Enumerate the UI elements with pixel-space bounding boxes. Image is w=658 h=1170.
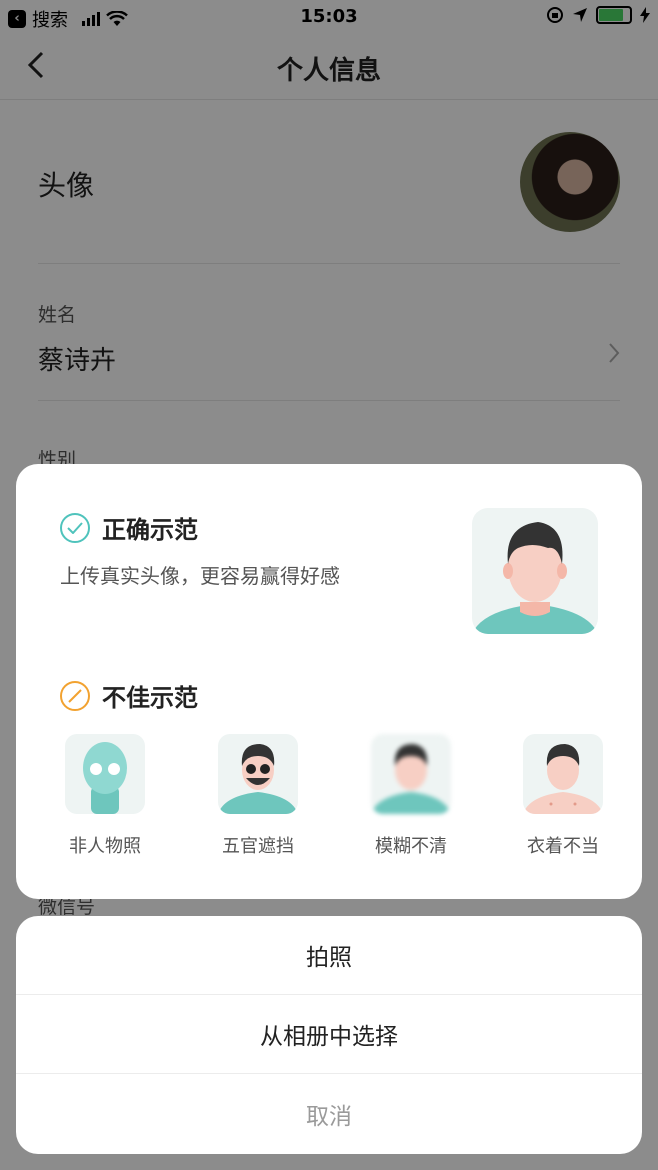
good-example-image	[472, 508, 598, 634]
alien-icon	[65, 734, 145, 814]
bad-example-label: 五官遮挡	[222, 836, 294, 857]
bad-example-label: 衣着不当	[527, 836, 599, 857]
good-example-title: 正确示范	[60, 510, 198, 545]
take-photo-button[interactable]: 拍照	[16, 916, 642, 995]
shirtless-man-icon	[523, 734, 603, 814]
bad-example-list: 非人物照 五官遮挡 模糊不清 衣着不当	[60, 734, 603, 864]
bad-example-title: 不佳示范	[60, 678, 198, 713]
sunglasses-man-icon	[218, 734, 298, 814]
action-sheet: 拍照 从相册中选择 取消	[16, 916, 642, 1154]
bad-example-item: 模糊不清	[366, 734, 456, 858]
bad-example-label: 模糊不清	[375, 836, 447, 857]
choose-album-button[interactable]: 从相册中选择	[16, 995, 642, 1074]
check-circle-icon	[60, 512, 90, 543]
good-example-desc: 上传真实头像，更容易赢得好感	[60, 564, 340, 588]
bad-title-text: 不佳示范	[102, 684, 198, 712]
bad-example-item: 五官遮挡	[213, 734, 303, 858]
bad-example-label: 非人物照	[69, 836, 141, 857]
avatar-tip-card: 正确示范 上传真实头像，更容易赢得好感 不佳示范 非人物照 五官遮挡 模糊不清 …	[16, 464, 642, 899]
bad-example-item: 衣着不当	[518, 734, 608, 858]
good-title-text: 正确示范	[102, 516, 198, 544]
cancel-button[interactable]: 取消	[16, 1074, 642, 1153]
bad-example-item: 非人物照	[60, 734, 150, 858]
blurred-man-icon	[371, 734, 451, 814]
ban-icon	[60, 680, 90, 711]
